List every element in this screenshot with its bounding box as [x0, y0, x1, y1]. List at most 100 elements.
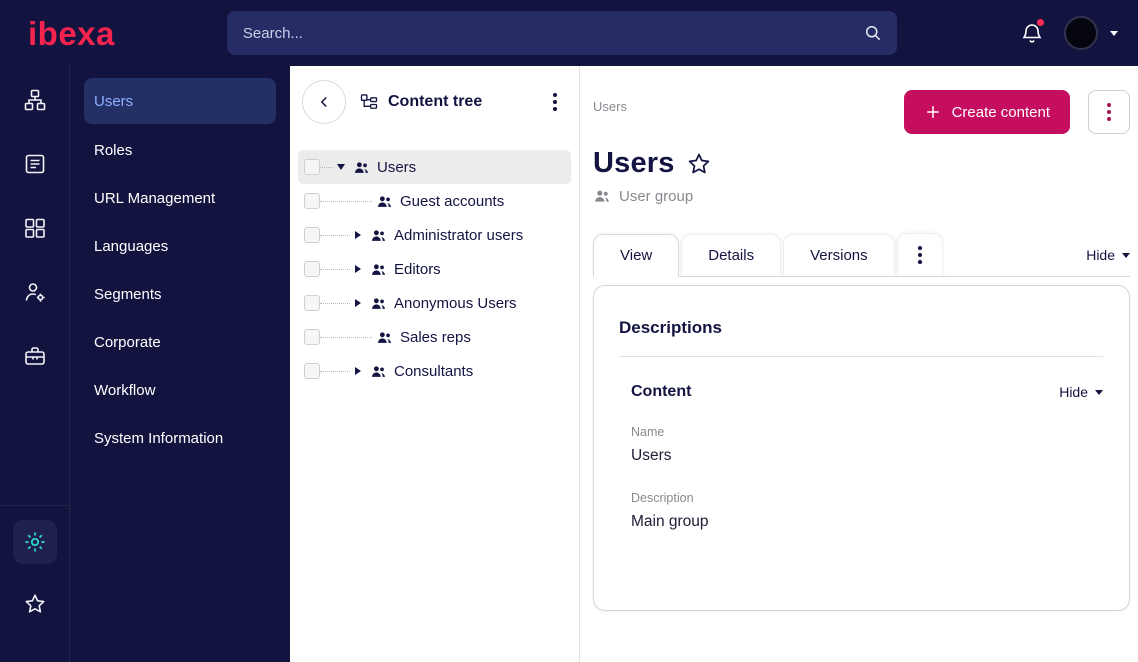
- caret-down-icon: [1095, 389, 1103, 395]
- tree-checkbox[interactable]: [304, 159, 320, 175]
- sidebar-item-languages[interactable]: Languages: [70, 222, 290, 270]
- tree-item-guest-accounts[interactable]: Guest accounts: [298, 184, 571, 218]
- sidebar-item-workflow[interactable]: Workflow: [70, 366, 290, 414]
- rail-item-admin-settings[interactable]: [12, 520, 57, 564]
- tab-bar: View Details Versions Hide: [593, 233, 1130, 277]
- tree-connector: [320, 268, 350, 270]
- hide-section-toggle[interactable]: Hide: [1059, 384, 1103, 400]
- hide-label: Hide: [1086, 247, 1115, 263]
- bookmark-star-icon[interactable]: [686, 151, 712, 177]
- tree-item-administrator-users[interactable]: Administrator users: [298, 218, 571, 252]
- caret-down-icon[interactable]: [333, 164, 349, 170]
- sidebar-item-label: URL Management: [94, 189, 216, 207]
- tree-connector: [320, 200, 372, 202]
- main-header: Users Create content: [593, 90, 1130, 134]
- tree-item-users[interactable]: Users: [298, 150, 571, 184]
- app-window: ibexa Search... Users Roles URL Manageme…: [0, 0, 1138, 662]
- search-icon[interactable]: [863, 23, 883, 43]
- content-type-label: User group: [619, 187, 694, 205]
- content-options-button[interactable]: [1088, 90, 1130, 134]
- tab-label: Versions: [810, 247, 868, 264]
- caret-down-icon: [1122, 252, 1130, 258]
- search-input[interactable]: [242, 24, 863, 42]
- tree-checkbox[interactable]: [304, 295, 320, 311]
- main-content: Users Create content Users User group Vi…: [580, 66, 1138, 662]
- tree-item-consultants[interactable]: Consultants: [298, 354, 571, 388]
- sidebar-item-label: Corporate: [94, 333, 161, 351]
- topbar-right: [1020, 16, 1118, 50]
- sidebar-item-users[interactable]: Users: [84, 78, 276, 124]
- tab-versions[interactable]: Versions: [783, 234, 895, 276]
- ibexa-logo[interactable]: ibexa: [28, 17, 115, 50]
- sidebar-item-roles[interactable]: Roles: [70, 126, 290, 174]
- user-group-icon: [353, 159, 370, 176]
- caret-right-icon[interactable]: [350, 265, 366, 273]
- sidebar-item-system-information[interactable]: System Information: [70, 414, 290, 462]
- field-value: Main group: [631, 513, 709, 530]
- tab-more[interactable]: [896, 233, 943, 276]
- create-content-label: Create content: [951, 103, 1050, 121]
- field-label: Description: [631, 491, 694, 505]
- tree-checkbox[interactable]: [304, 363, 320, 379]
- user-group-icon: [593, 187, 611, 205]
- field-value: Users: [631, 447, 672, 464]
- kebab-icon: [1107, 103, 1111, 121]
- tree-options-kebab-icon[interactable]: [553, 93, 557, 111]
- card-divider: [619, 356, 1103, 357]
- page-title: Users: [593, 147, 675, 179]
- tree-item-sales-reps[interactable]: Sales reps: [298, 320, 571, 354]
- rail-item-content-structure[interactable]: [13, 78, 57, 122]
- sidebar-item-url-management[interactable]: URL Management: [70, 174, 290, 222]
- collapse-tree-button[interactable]: [302, 80, 346, 124]
- sidebar-item-label: Segments: [94, 285, 162, 303]
- tree-icon: [359, 92, 379, 112]
- kebab-icon: [917, 246, 922, 264]
- sidebar-item-label: Roles: [94, 141, 133, 159]
- tree-checkbox[interactable]: [304, 227, 320, 243]
- sidebar-item-segments[interactable]: Segments: [70, 270, 290, 318]
- user-group-icon: [376, 193, 393, 210]
- create-content-button[interactable]: Create content: [903, 90, 1070, 134]
- rail-item-modules[interactable]: [13, 206, 57, 250]
- hide-label: Hide: [1059, 384, 1088, 400]
- user-menu-caret-icon[interactable]: [1110, 30, 1118, 36]
- tab-details[interactable]: Details: [681, 234, 782, 276]
- rail-item-users[interactable]: [13, 270, 57, 314]
- content-tree-title-group: Content tree: [359, 92, 482, 112]
- tree-item-label: Sales reps: [400, 328, 471, 346]
- hide-tabs-toggle[interactable]: Hide: [1086, 247, 1130, 276]
- chevron-left-icon: [315, 93, 333, 111]
- tab-label: Details: [708, 247, 755, 264]
- caret-right-icon[interactable]: [350, 299, 366, 307]
- rail-item-content[interactable]: [13, 142, 57, 186]
- tree-checkbox[interactable]: [304, 261, 320, 277]
- settings-gear-icon: [23, 530, 47, 554]
- main-actions: Create content: [903, 90, 1130, 134]
- user-admin-icon: [23, 280, 47, 304]
- sidebar-item-label: Workflow: [94, 381, 156, 399]
- field-name: Name Users: [631, 425, 1103, 465]
- caret-right-icon[interactable]: [350, 367, 366, 375]
- tree-item-anonymous-users[interactable]: Anonymous Users: [298, 286, 571, 320]
- tree-item-label: Consultants: [394, 362, 474, 380]
- content-list-icon: [23, 152, 47, 176]
- rail-item-tools[interactable]: [13, 334, 57, 378]
- sitemap-icon: [23, 88, 47, 112]
- content-tree-header: Content tree: [290, 66, 579, 136]
- sidebar-item-label: Languages: [94, 237, 169, 255]
- sidebar-item-label: Users: [94, 92, 134, 110]
- global-search[interactable]: [226, 11, 897, 55]
- breadcrumb[interactable]: Users: [593, 99, 627, 114]
- user-group-icon: [370, 227, 387, 244]
- tab-view[interactable]: View: [593, 234, 680, 277]
- sidebar-item-corporate[interactable]: Corporate: [70, 318, 290, 366]
- tree-checkbox[interactable]: [304, 329, 320, 345]
- caret-right-icon[interactable]: [350, 231, 366, 239]
- avatar[interactable]: [1064, 16, 1098, 50]
- tree-item-editors[interactable]: Editors: [298, 252, 571, 286]
- rail-item-bookmarks[interactable]: [13, 582, 57, 626]
- notifications-button[interactable]: [1020, 19, 1044, 45]
- tree-item-label: Administrator users: [394, 226, 524, 244]
- tree-checkbox[interactable]: [304, 193, 320, 209]
- content-tree-panel: Content tree Users Guest accounts Admini…: [290, 66, 580, 662]
